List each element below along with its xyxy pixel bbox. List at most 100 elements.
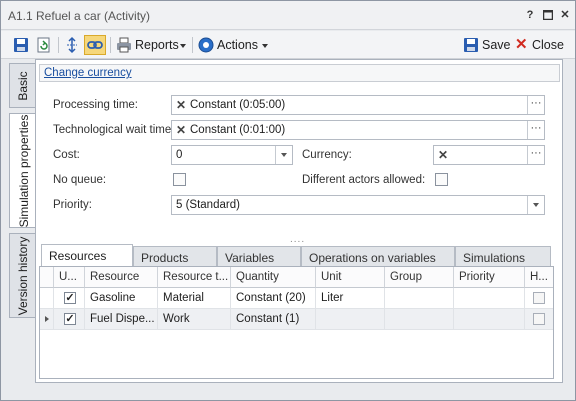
toolbar-separator xyxy=(192,37,193,53)
column-header-priority[interactable]: Priority xyxy=(454,267,525,288)
maximize-button[interactable] xyxy=(541,8,555,22)
change-currency-bar: Change currency xyxy=(39,64,560,82)
chain-link-icon xyxy=(87,41,103,49)
table-row-cell-used[interactable]: ✓ xyxy=(54,288,85,309)
ellipsis-button[interactable]: ··· xyxy=(527,96,544,114)
tab-resources[interactable]: Resources xyxy=(41,244,133,267)
tab-simulation-properties[interactable]: Simulation properties xyxy=(9,113,37,228)
toolbar-separator xyxy=(110,37,111,53)
bottom-tabs: Resources Products Variables Operations … xyxy=(41,244,554,267)
priority-label: Priority: xyxy=(53,199,92,211)
clear-icon[interactable]: ✕ xyxy=(176,123,186,137)
title-bar: A1.1 Refuel a car (Activity) ? ✕ xyxy=(1,1,575,30)
table-row-cell-group[interactable] xyxy=(385,309,454,330)
currency-label: Currency: xyxy=(302,149,352,161)
clear-icon[interactable]: ✕ xyxy=(438,148,448,162)
column-header-quantity[interactable]: Quantity xyxy=(231,267,316,288)
tab-products[interactable]: Products xyxy=(133,246,217,267)
table-row-cell-quantity[interactable]: Constant (20) xyxy=(231,288,316,309)
wait-time-value: Constant (0:01:00) xyxy=(190,124,286,136)
column-header-resource-type[interactable]: Resource t... xyxy=(158,267,231,288)
chevron-down-icon xyxy=(533,203,539,207)
no-queue-label: No queue: xyxy=(53,174,107,186)
tab-version-history-label: Version history xyxy=(15,236,30,315)
tab-operations-on-variables[interactable]: Operations on variables xyxy=(301,246,455,267)
ellipsis-button[interactable]: ··· xyxy=(527,121,544,139)
tab-simulations[interactable]: Simulations xyxy=(455,246,551,267)
no-queue-checkbox[interactable] xyxy=(173,173,186,186)
cost-value: 0 xyxy=(176,149,183,161)
currency-field[interactable]: ✕ ··· xyxy=(433,145,545,165)
table-row-cell-priority[interactable] xyxy=(454,288,525,309)
toolbar: Reports Actions Save ✕ Close xyxy=(1,31,575,59)
table-row-cell-group[interactable] xyxy=(385,288,454,309)
actions-gear-icon[interactable] xyxy=(197,36,215,54)
save-icon[interactable] xyxy=(462,36,480,54)
cost-dropdown-button[interactable] xyxy=(275,146,292,164)
save-button[interactable]: Save xyxy=(482,38,511,52)
tab-simulation-properties-label: Simulation properties xyxy=(16,114,31,227)
column-header-h[interactable]: H... xyxy=(525,267,553,288)
tab-variables[interactable]: Variables xyxy=(217,246,301,267)
wait-time-label: Technological wait time: xyxy=(53,124,175,136)
tab-basic[interactable]: Basic xyxy=(9,63,35,108)
reports-dropdown-caret-icon xyxy=(180,44,186,48)
current-row-arrow-icon xyxy=(45,316,49,322)
table-row-cell-type[interactable]: Material xyxy=(158,288,231,309)
used-checkbox-checked[interactable]: ✓ xyxy=(64,292,76,304)
priority-dropdown-button[interactable] xyxy=(527,196,544,214)
save-disk-icon[interactable] xyxy=(12,36,30,54)
table-row-cell-priority[interactable] xyxy=(454,309,525,330)
table-row-cell-resource[interactable]: Fuel Dispe... xyxy=(85,309,158,330)
table-row-cell-resource[interactable]: Gasoline xyxy=(85,288,158,309)
priority-value: 5 (Standard) xyxy=(176,199,240,211)
align-vertical-icon[interactable] xyxy=(63,36,81,54)
table-row-cell-used[interactable]: ✓ xyxy=(54,309,85,330)
actions-dropdown-caret-icon xyxy=(262,44,268,48)
row-indicator[interactable] xyxy=(40,309,54,330)
clear-icon[interactable]: ✕ xyxy=(176,98,186,112)
tab-basic-label: Basic xyxy=(15,70,30,101)
h-checkbox[interactable] xyxy=(533,292,545,304)
processing-time-label: Processing time: xyxy=(53,99,139,111)
close-icon[interactable]: ✕ xyxy=(515,35,528,53)
side-tabs: Basic Simulation properties Version hist… xyxy=(9,63,37,381)
different-actors-checkbox[interactable] xyxy=(435,173,448,186)
change-currency-link[interactable]: Change currency xyxy=(44,67,132,79)
column-header-used[interactable]: U... xyxy=(54,267,85,288)
processing-time-value: Constant (0:05:00) xyxy=(190,99,286,111)
help-button[interactable]: ? xyxy=(523,8,537,22)
resources-grid: U... Resource Resource t... Quantity Uni… xyxy=(39,266,554,379)
cost-label: Cost: xyxy=(53,149,80,161)
table-row-cell-h[interactable] xyxy=(525,309,553,330)
priority-select[interactable]: 5 (Standard) xyxy=(171,195,545,215)
actions-menu-button[interactable]: Actions xyxy=(217,38,258,52)
close-button[interactable]: Close xyxy=(532,38,564,52)
reports-menu-button[interactable]: Reports xyxy=(135,38,179,52)
processing-time-field[interactable]: ✕ Constant (0:05:00) ··· xyxy=(171,95,545,115)
table-row-cell-unit[interactable]: Liter xyxy=(316,288,385,309)
used-checkbox-checked[interactable]: ✓ xyxy=(64,313,76,325)
toolbar-separator xyxy=(58,37,59,53)
link-toggle-button[interactable] xyxy=(84,35,106,55)
table-row-cell-type[interactable]: Work xyxy=(158,309,231,330)
row-indicator-header xyxy=(40,267,54,288)
ellipsis-button[interactable]: ··· xyxy=(527,146,544,164)
chevron-down-icon xyxy=(281,153,287,157)
h-checkbox[interactable] xyxy=(533,313,545,325)
wait-time-field[interactable]: ✕ Constant (0:01:00) ··· xyxy=(171,120,545,140)
table-row-cell-quantity[interactable]: Constant (1) xyxy=(231,309,316,330)
activity-window: A1.1 Refuel a car (Activity) ? ✕ Reports… xyxy=(0,0,576,401)
column-header-unit[interactable]: Unit xyxy=(316,267,385,288)
cost-field[interactable]: 0 xyxy=(171,145,293,165)
row-indicator[interactable] xyxy=(40,288,54,309)
tab-version-history[interactable]: Version history xyxy=(9,233,35,318)
printer-icon[interactable] xyxy=(115,36,133,54)
close-window-button[interactable]: ✕ xyxy=(558,8,572,22)
column-header-group[interactable]: Group xyxy=(385,267,454,288)
table-row-cell-h[interactable] xyxy=(525,288,553,309)
table-row-cell-unit[interactable] xyxy=(316,309,385,330)
refresh-document-icon[interactable] xyxy=(35,36,53,54)
different-actors-label: Different actors allowed: xyxy=(302,174,426,186)
column-header-resource[interactable]: Resource xyxy=(85,267,158,288)
